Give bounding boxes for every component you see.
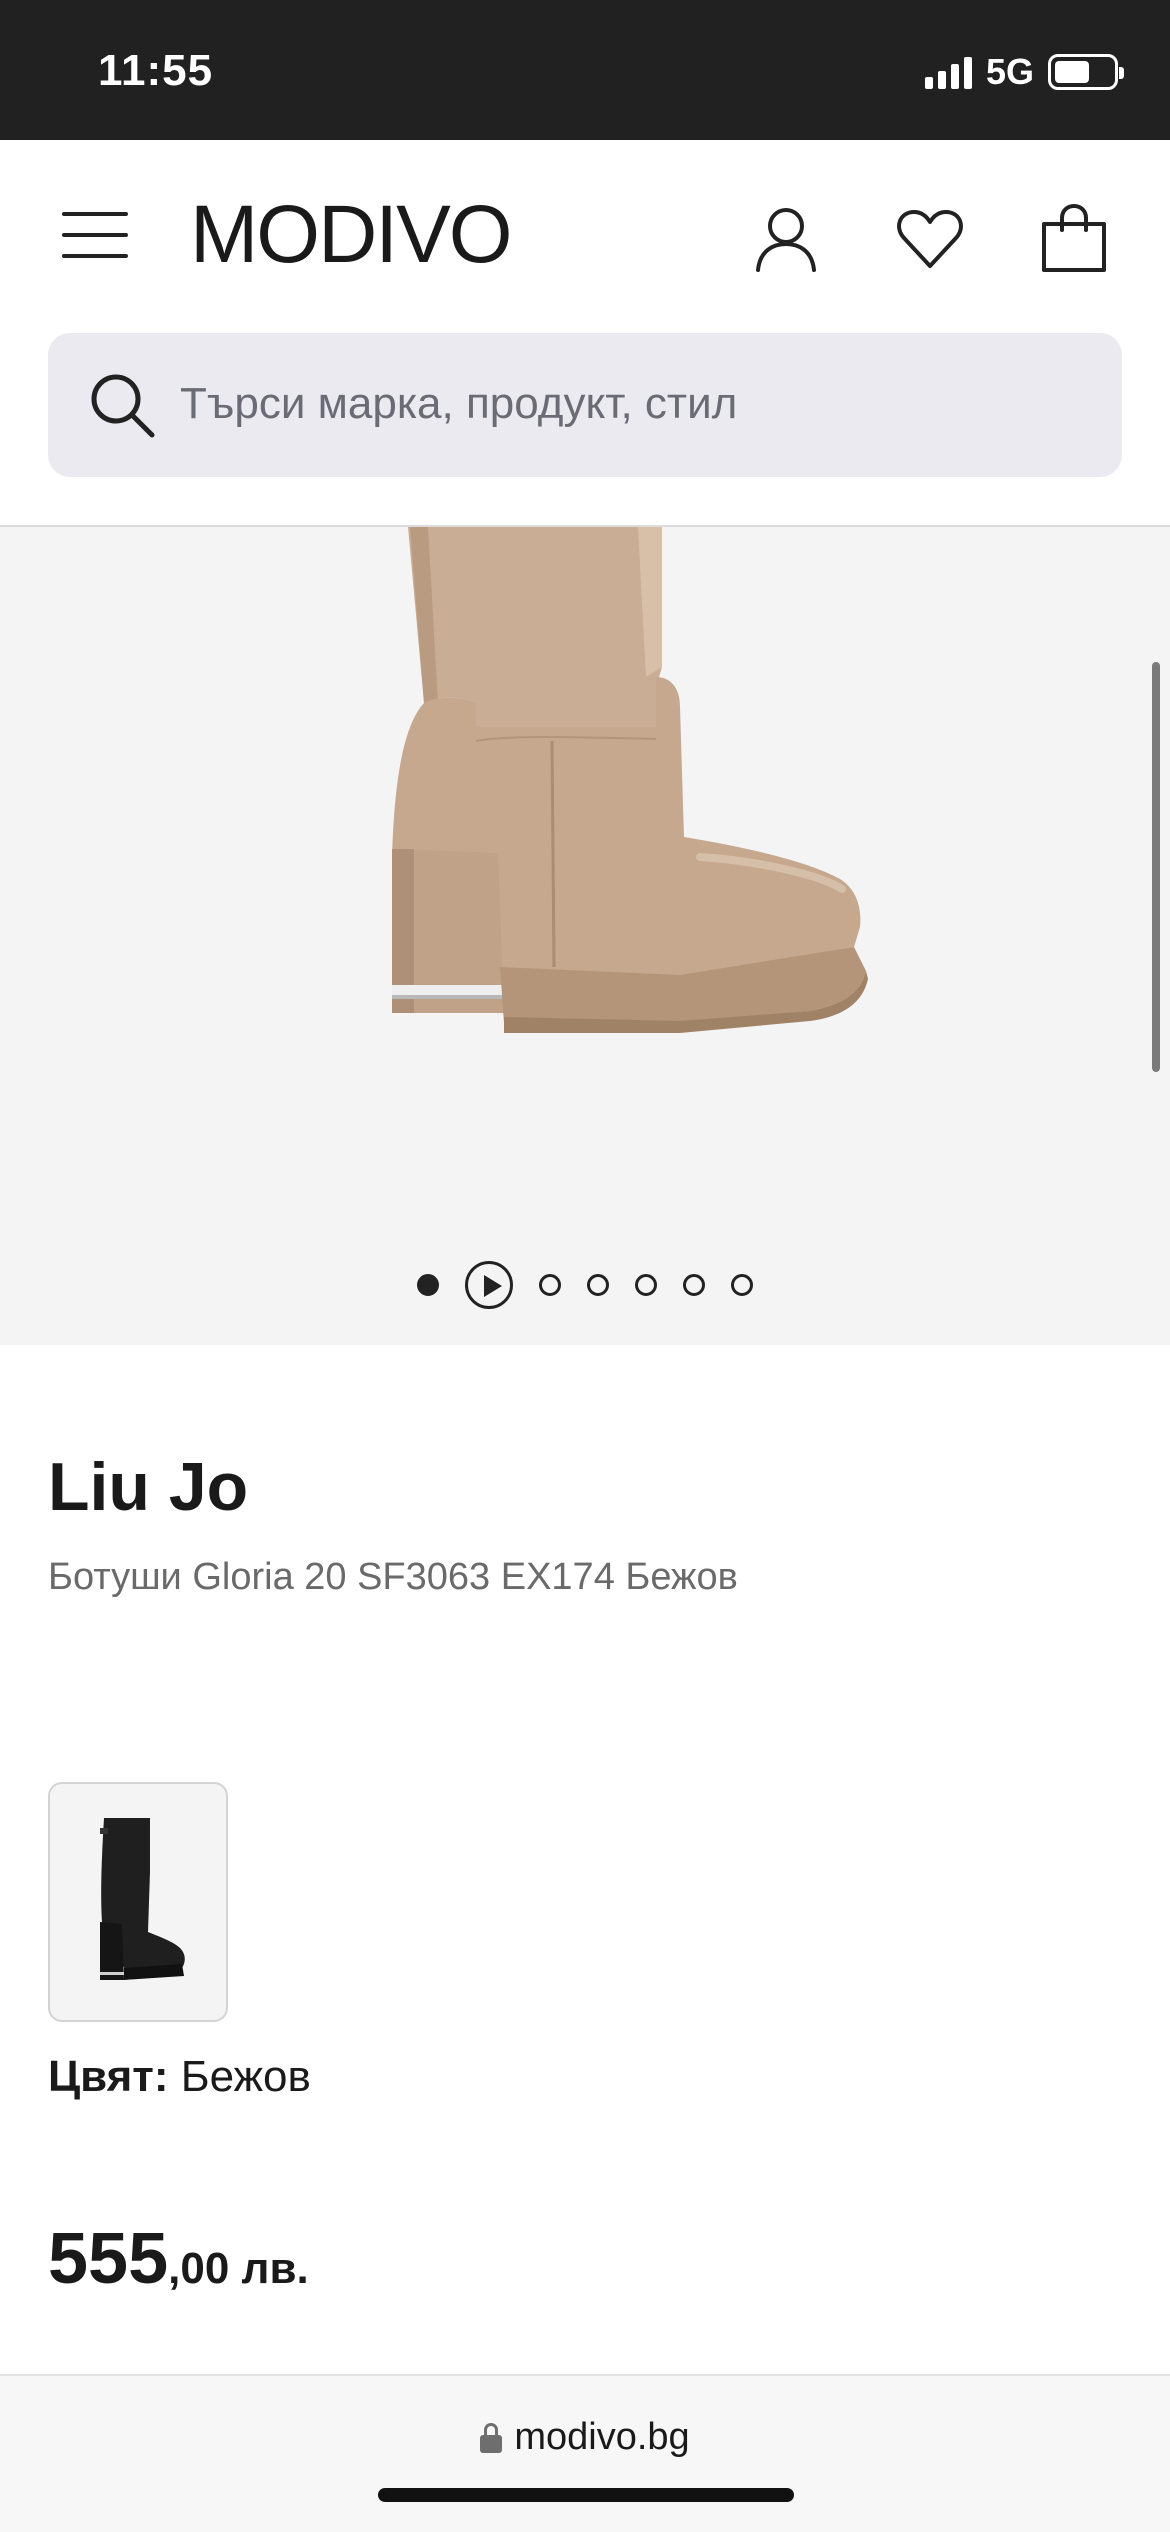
product-brand[interactable]: Liu Jo bbox=[48, 1448, 248, 1526]
search-placeholder: Търси марка, продукт, стил bbox=[180, 379, 738, 428]
gallery-dot[interactable] bbox=[635, 1274, 657, 1296]
price-decimals: ,00 лв. bbox=[168, 2244, 309, 2293]
status-indicators: 5G bbox=[924, 51, 1124, 92]
site-logo[interactable]: MODIVO bbox=[190, 188, 513, 282]
gallery-pagination bbox=[0, 1259, 1170, 1311]
color-label: Цвят: bbox=[48, 2052, 169, 2101]
search-icon bbox=[91, 374, 155, 438]
url-text: modivo.bg bbox=[514, 2416, 690, 2458]
gallery-dot[interactable] bbox=[417, 1274, 439, 1296]
shopping-bag-icon[interactable] bbox=[1036, 200, 1112, 276]
color-value: Бежов bbox=[180, 2052, 311, 2101]
price-main: 555 bbox=[48, 2219, 169, 2299]
color-info: Цвят: Бежов bbox=[48, 2052, 311, 2102]
heart-icon[interactable] bbox=[892, 200, 968, 276]
status-time: 11:55 bbox=[98, 46, 214, 95]
scrollbar[interactable] bbox=[1152, 662, 1160, 1072]
user-icon[interactable] bbox=[748, 200, 824, 276]
swatch-boot-image bbox=[100, 1818, 185, 1980]
browser-address-bar[interactable]: modivo.bg bbox=[0, 2374, 1170, 2532]
lock-icon bbox=[480, 2422, 503, 2453]
site-header: MODIVO bbox=[0, 140, 1170, 330]
product-image bbox=[392, 527, 868, 1033]
gallery-dot[interactable] bbox=[539, 1274, 561, 1296]
gallery-dot[interactable] bbox=[683, 1274, 705, 1296]
battery-icon bbox=[1048, 54, 1124, 90]
product-price: 555,00 лв. bbox=[48, 2218, 309, 2300]
url-display: modivo.bg bbox=[0, 2416, 1170, 2459]
status-bar: 11:55 5G bbox=[0, 0, 1170, 140]
menu-icon[interactable] bbox=[62, 212, 128, 258]
search-input[interactable]: Търси марка, продукт, стил bbox=[48, 333, 1122, 477]
color-swatch[interactable] bbox=[48, 1782, 228, 2022]
play-video-icon[interactable] bbox=[465, 1261, 513, 1309]
network-label: 5G bbox=[985, 51, 1034, 92]
home-indicator[interactable] bbox=[378, 2488, 794, 2502]
product-name: Ботуши Gloria 20 SF3063 EX174 Бежов bbox=[48, 1556, 738, 1598]
gallery-dot[interactable] bbox=[731, 1274, 753, 1296]
signal-icon bbox=[924, 55, 972, 89]
product-gallery[interactable] bbox=[0, 527, 1170, 1345]
gallery-dot[interactable] bbox=[587, 1274, 609, 1296]
